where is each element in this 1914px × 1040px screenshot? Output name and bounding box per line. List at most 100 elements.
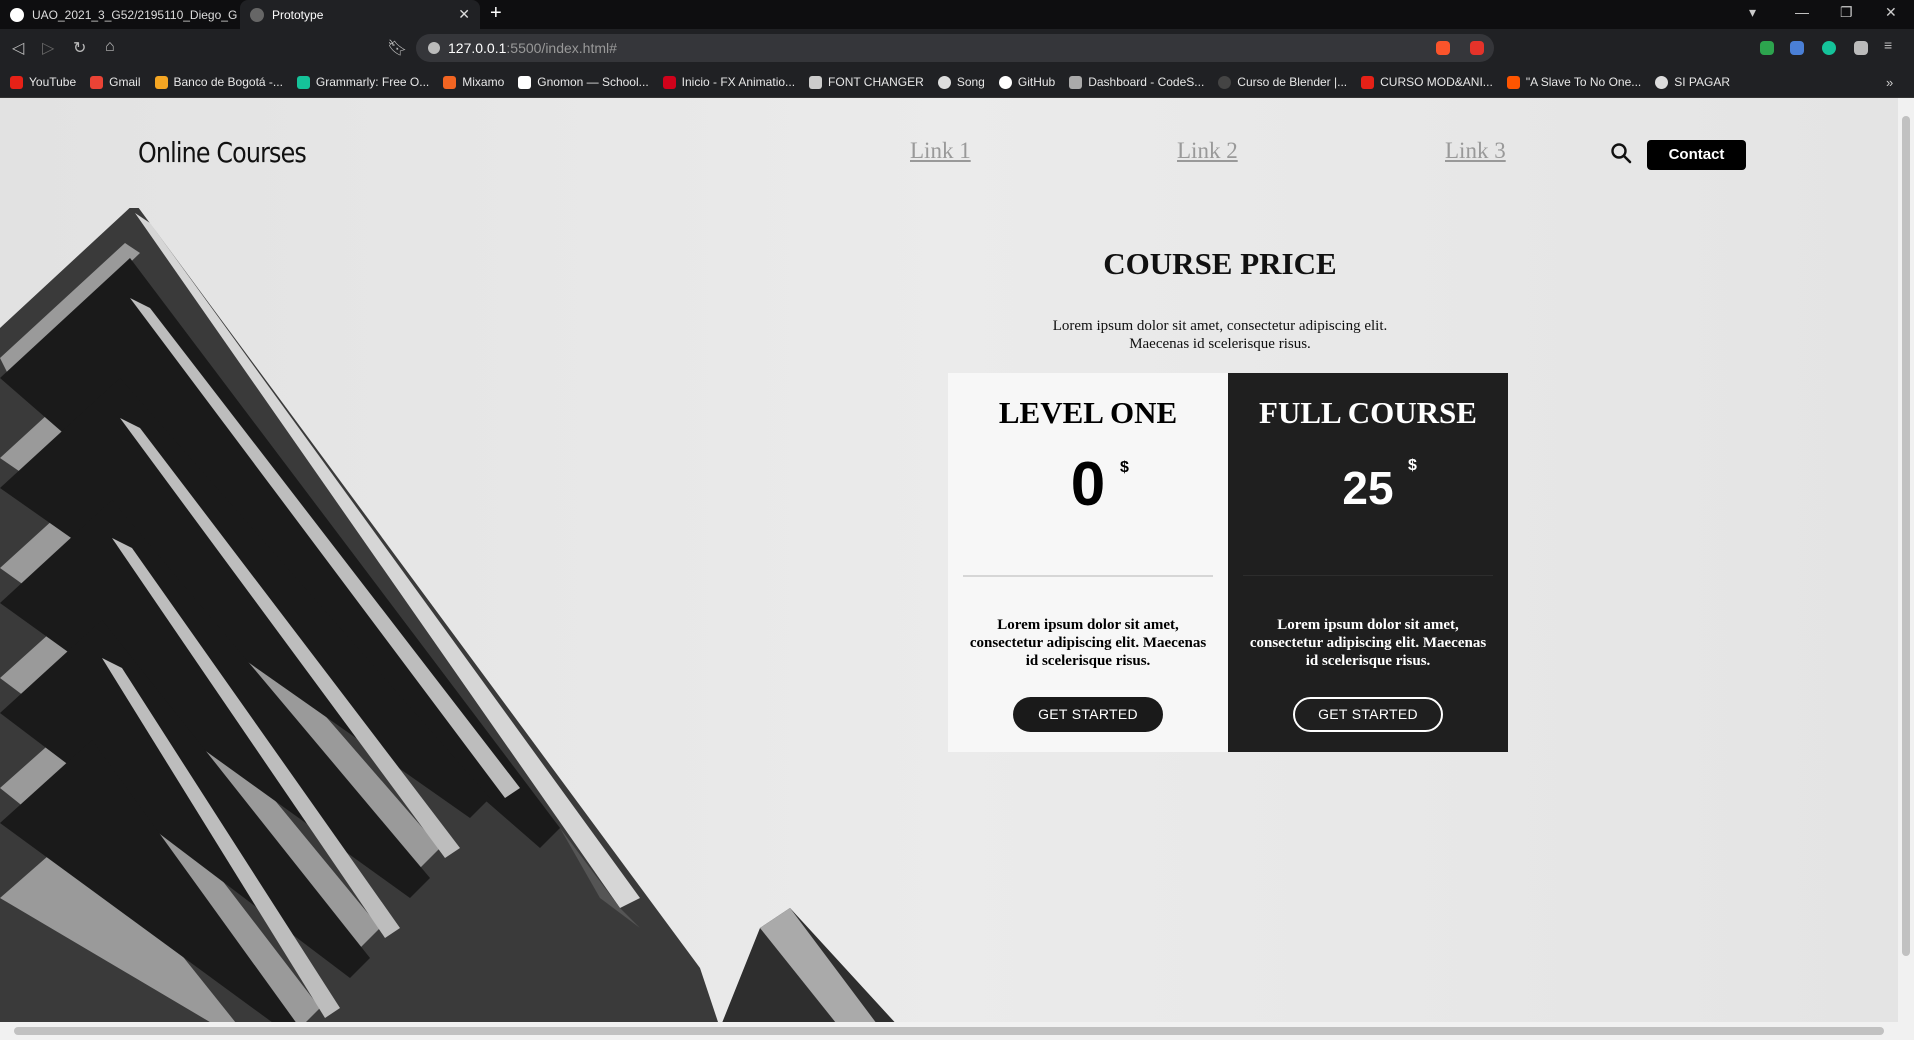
- pricing-title: COURSE PRICE: [1103, 246, 1337, 281]
- bookmark-icon[interactable]: 🔖︎: [387, 38, 407, 58]
- tab-title: Prototype: [272, 7, 324, 22]
- bookmark-item[interactable]: Dashboard - CodeS...: [1069, 75, 1204, 89]
- bookmark-label: CURSO MOD&ANI...: [1380, 75, 1493, 89]
- extensions-puzzle-icon[interactable]: [1854, 41, 1868, 55]
- nav-link-1[interactable]: Link 1: [910, 138, 971, 164]
- horizontal-scrollbar[interactable]: [0, 1022, 1914, 1040]
- close-tab-icon[interactable]: ✕: [458, 6, 470, 23]
- site-info-icon[interactable]: [428, 42, 440, 54]
- bookmark-favicon: [154, 75, 168, 89]
- bookmark-label: FONT CHANGER: [828, 75, 924, 89]
- site-logo[interactable]: Online Courses: [138, 136, 307, 169]
- bookmark-item[interactable]: Inicio - FX Animatio...: [662, 75, 796, 89]
- bookmark-item[interactable]: Gmail: [90, 75, 141, 89]
- bookmark-label: Song: [956, 75, 985, 89]
- card-description: Lorem ipsum dolor sit amet, consectetur …: [1249, 617, 1487, 669]
- bookmark-label: Gmail: [109, 75, 141, 89]
- tab-search-icon[interactable]: ▾: [1749, 4, 1756, 21]
- currency-symbol: $: [1408, 457, 1417, 474]
- address-bar[interactable]: 127.0.0.1:5500/index.html#: [416, 34, 1494, 62]
- shield-extension-icon[interactable]: [1760, 41, 1774, 55]
- bookmark-favicon: [518, 75, 532, 89]
- bookmark-item[interactable]: Curso de Blender |...: [1218, 75, 1347, 89]
- bookmark-label: Curso de Blender |...: [1237, 75, 1348, 89]
- bookmark-label: Inicio - FX Animatio...: [681, 75, 796, 89]
- menu-icon[interactable]: ≡: [1884, 37, 1898, 53]
- bookmark-favicon: [1655, 75, 1669, 89]
- url-host: 127.0.0.1: [448, 40, 507, 56]
- youtube-icon: [1361, 75, 1375, 89]
- bookmark-label: Grammarly: Free O...: [315, 75, 430, 89]
- contact-button[interactable]: Contact: [1647, 140, 1746, 170]
- bookmark-favicon: [1218, 75, 1232, 89]
- bookmark-favicon: [1069, 75, 1083, 89]
- bookmark-item[interactable]: YouTube: [10, 75, 76, 89]
- translate-extension-icon[interactable]: [1790, 41, 1804, 55]
- pricing-description: Lorem ipsum dolor sit amet, consectetur …: [1052, 318, 1388, 352]
- card-price: 0: [1070, 450, 1106, 519]
- bookmark-favicon: [662, 75, 676, 89]
- bookmark-favicon: [937, 75, 951, 89]
- reload-icon[interactable]: ↻: [73, 38, 86, 58]
- bookmark-item[interactable]: Gnomon — School...: [518, 75, 649, 89]
- divider: [1243, 575, 1493, 576]
- grammarly-extension-icon[interactable]: [1822, 41, 1836, 55]
- github-icon: [10, 7, 24, 22]
- bookmark-favicon: [443, 75, 457, 89]
- bookmark-item[interactable]: GitHub: [998, 75, 1056, 89]
- minimize-icon[interactable]: —: [1795, 4, 1809, 20]
- forward-icon[interactable]: ▷: [42, 38, 54, 58]
- bookmark-label: YouTube: [29, 75, 77, 89]
- bookmark-favicon: [90, 75, 104, 89]
- restore-icon[interactable]: ❐: [1840, 4, 1853, 21]
- new-tab-icon[interactable]: +: [490, 2, 502, 25]
- github-icon: [998, 75, 1012, 89]
- card-title: FULL COURSE: [1259, 395, 1477, 430]
- bookmark-label: SI PAGAR: [1674, 75, 1731, 89]
- brave-rewards-icon[interactable]: [1470, 41, 1484, 55]
- divider: [963, 575, 1213, 577]
- bookmark-item[interactable]: FONT CHANGER: [809, 75, 924, 89]
- soundcloud-icon: [1506, 75, 1520, 89]
- bookmark-label: "A Slave To No One...: [1525, 75, 1642, 89]
- globe-icon: [250, 7, 264, 22]
- nav-link-2[interactable]: Link 2: [1177, 138, 1238, 164]
- webpage: Online Courses Link 1 Link 2 Link 3 Cont…: [0, 98, 1898, 1022]
- browser-tab-prototype[interactable]: Prototype ✕: [240, 0, 480, 29]
- building-photo: [0, 208, 895, 1022]
- nav-link-3[interactable]: Link 3: [1445, 138, 1506, 164]
- bookmark-item[interactable]: Mixamo: [443, 75, 504, 89]
- scrollbar-thumb[interactable]: [14, 1027, 1884, 1035]
- scrollbar-thumb[interactable]: [1902, 116, 1910, 956]
- bookmark-favicon: [296, 75, 310, 89]
- bookmark-label: Mixamo: [462, 75, 505, 89]
- search-icon[interactable]: [1610, 142, 1632, 164]
- url-path: :5500/index.html#: [506, 40, 617, 56]
- bookmark-label: GitHub: [1017, 75, 1056, 89]
- close-window-icon[interactable]: ✕: [1885, 4, 1897, 21]
- browser-tab-github[interactable]: UAO_2021_3_G52/2195110_Diego_Gra: [0, 0, 238, 29]
- bookmark-item[interactable]: Song: [937, 75, 985, 89]
- bookmark-label: Dashboard - CodeS...: [1088, 75, 1205, 89]
- home-icon[interactable]: ⌂: [105, 38, 115, 56]
- vertical-scrollbar[interactable]: [1898, 98, 1914, 1022]
- pricing-card-level-one: LEVEL ONE 0 $ Lorem ipsum dolor sit amet…: [948, 373, 1228, 752]
- card-title: LEVEL ONE: [998, 395, 1178, 430]
- browser-toolbar: ◁ ▷ ↻ ⌂ 🔖︎ 127.0.0.1:5500/index.html# ≡: [0, 29, 1914, 67]
- get-started-button[interactable]: GET STARTED: [1293, 697, 1443, 732]
- bookmark-item[interactable]: Grammarly: Free O...: [296, 75, 430, 89]
- brave-shield-icon[interactable]: [1436, 41, 1450, 55]
- bookmark-item[interactable]: Banco de Bogotá -...: [154, 75, 283, 89]
- bookmark-favicon: [10, 75, 23, 89]
- bookmark-item[interactable]: CURSO MOD&ANI...: [1361, 75, 1493, 89]
- bookmarks-bar: YouTube Gmail Banco de Bogotá -... Gramm…: [0, 67, 1914, 98]
- bookmark-item[interactable]: SI PAGAR: [1655, 75, 1730, 89]
- more-bookmarks-icon[interactable]: »: [1886, 75, 1893, 90]
- get-started-button[interactable]: GET STARTED: [1013, 697, 1163, 732]
- browser-tab-strip: UAO_2021_3_G52/2195110_Diego_Gra Prototy…: [0, 0, 1914, 29]
- card-price: 25: [1342, 462, 1394, 514]
- bookmark-item[interactable]: "A Slave To No One...: [1506, 75, 1642, 89]
- back-icon[interactable]: ◁: [12, 38, 24, 58]
- bookmark-label: Gnomon — School...: [537, 75, 649, 89]
- bookmark-favicon: [809, 75, 823, 89]
